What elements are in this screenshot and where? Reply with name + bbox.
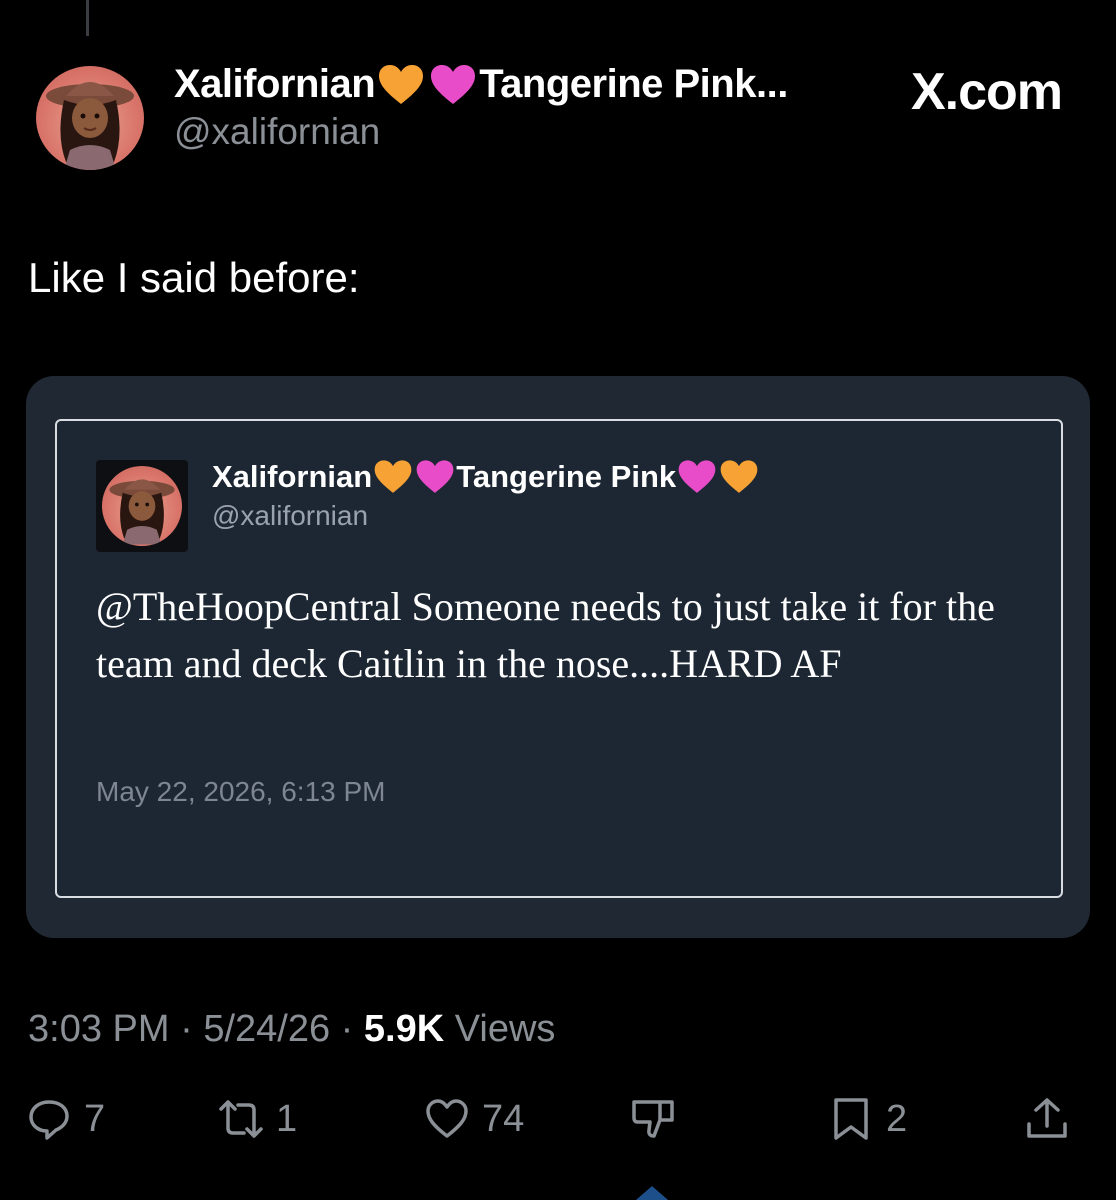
views-count: 5.9K [363,1008,445,1050]
thread-connector-line [86,0,89,36]
author-handle[interactable]: @xalifornian [174,111,788,153]
reply-button[interactable]: 7 [26,1096,105,1142]
meta-separator: · [180,1008,193,1050]
pink-heart-icon [431,64,476,104]
share-icon [1027,1098,1067,1138]
author-display-name[interactable]: Xalifornian Tangerine Pink... [174,62,788,107]
quoted-tweet-text: @TheHoopCentral Someone needs to just ta… [96,584,995,686]
bookmark-button[interactable]: 2 [828,1096,907,1142]
tweet-text: Like I said before: [28,254,360,301]
like-button[interactable]: 74 [424,1096,524,1142]
repost-icon [219,1100,263,1138]
post-date[interactable]: 5/24/26 [203,1008,330,1050]
brand-logo: X.com [910,63,1063,121]
orange-heart-icon [720,460,758,493]
avatar-illustration [46,82,134,170]
orange-heart-icon [379,64,424,104]
views-label: Views [454,1008,556,1050]
meta-separator: · [340,1008,354,1050]
bookmark-icon [834,1098,868,1140]
quoted-avatar-illustration [109,479,175,545]
thumbs-down-icon [632,1100,674,1138]
reply-icon [29,1100,69,1140]
quoted-name-text: Xalifornian [212,459,373,494]
dislike-button[interactable] [630,1096,676,1142]
post-time[interactable]: 3:03 PM [28,1008,170,1050]
pink-heart-icon [416,460,454,493]
quoted-avatar [96,460,188,552]
quoted-name-suffix: Tangerine Pink [456,459,677,494]
author-name-text: Xalifornian [174,62,376,106]
share-button[interactable] [1024,1096,1070,1142]
heart-icon [426,1099,468,1138]
tweet-author-header: Xalifornian Tangerine Pink... @xaliforni… [174,62,788,153]
action-bar: 7 1 74 2 [0,1096,1116,1156]
tweet-meta: 3:03 PM · 5/24/26 · 5.9K Views [28,1008,555,1051]
quoted-author-header: Xalifornian Tangerine Pink @xalifornian [212,458,760,532]
quoted-timestamp: May 22, 2026, 6:13 PM [96,776,386,807]
pink-heart-icon [678,460,716,493]
scroll-indicator [636,1186,668,1200]
quoted-author-name: Xalifornian Tangerine Pink [212,458,760,496]
repost-button[interactable]: 1 [218,1096,297,1142]
avatar[interactable] [36,66,144,170]
like-count: 74 [482,1097,525,1140]
author-name-suffix: Tangerine Pink... [479,62,788,106]
reply-count: 7 [84,1097,106,1140]
repost-count: 1 [276,1097,298,1140]
quoted-handle: @xalifornian [212,500,369,531]
orange-heart-icon [374,460,412,493]
bookmark-count: 2 [886,1097,908,1140]
